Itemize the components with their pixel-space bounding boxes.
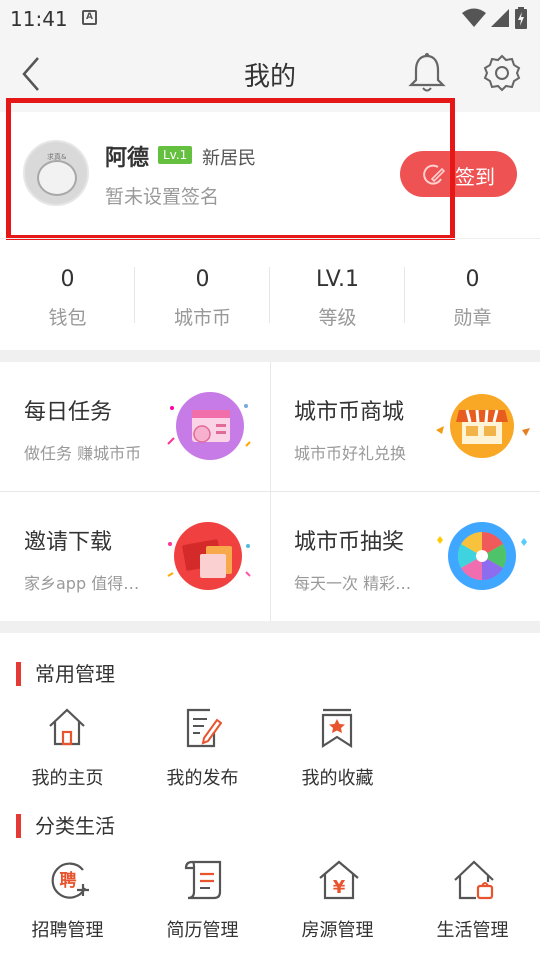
tool-label: 房源管理 [301, 920, 374, 941]
stat-label: 钱包 [48, 307, 87, 329]
section-gap [0, 350, 540, 362]
yuan-glyph: ¥ [333, 877, 346, 898]
tool-my-posts[interactable]: 我的发布 [135, 706, 270, 802]
stat-medal[interactable]: 0 勋章 [405, 239, 540, 351]
stat-value: 0 [60, 267, 75, 292]
stat-wallet[interactable]: 0 钱包 [0, 239, 135, 351]
section-title-common: 常用管理 [16, 662, 115, 686]
status-bar: 11:41 A [0, 0, 540, 36]
stat-city-coin[interactable]: 0 城市币 [135, 239, 270, 351]
gear-icon[interactable] [483, 54, 521, 92]
shop-icon [436, 394, 530, 458]
section-title-category: 分类生活 [16, 814, 115, 838]
tool-label: 招聘管理 [31, 920, 104, 941]
feature-invite[interactable]: 邀请下载 家乡app 值得… [0, 492, 270, 622]
tool-label: 我的收藏 [301, 768, 374, 789]
tool-life-management[interactable]: 生活管理 [405, 858, 540, 954]
feature-title: 城市币商城 [294, 400, 405, 425]
battery-icon [515, 7, 527, 29]
feature-lottery[interactable]: 城市币抽奖 每天一次 精彩… [270, 492, 540, 622]
resume-icon [184, 860, 222, 900]
feature-subtitle: 每天一次 精彩… [294, 574, 412, 593]
tool-house-management[interactable]: ¥ 房源管理 [270, 858, 405, 954]
tool-my-homepage[interactable]: 我的主页 [0, 706, 135, 802]
stat-label: 城市币 [173, 307, 231, 329]
bookmark-star-icon [321, 708, 353, 749]
status-time: 11:41 [10, 7, 68, 31]
red-envelope-icon [167, 522, 251, 590]
tool-label: 生活管理 [436, 920, 509, 941]
recruit-glyph: 聘 [60, 870, 77, 891]
feature-title: 每日任务 [24, 400, 113, 425]
notification-icon: A [82, 10, 97, 25]
tool-label: 简历管理 [166, 920, 239, 941]
feature-subtitle: 家乡app 值得… [24, 574, 140, 593]
bell-icon[interactable] [408, 52, 446, 94]
grid-divider-vertical [270, 362, 271, 622]
wifi-icon [462, 8, 486, 27]
stat-label: 等级 [318, 307, 357, 329]
stat-level[interactable]: LV.1 等级 [270, 239, 405, 351]
house-listing-icon: ¥ [319, 860, 359, 900]
section-gap [0, 621, 540, 633]
home-icon [49, 708, 85, 746]
stat-label: 勋章 [453, 307, 492, 329]
stats-row: 0 钱包 0 城市币 LV.1 等级 0 勋章 [0, 238, 540, 350]
daily-task-icon [167, 392, 251, 460]
page-title: 我的 [243, 62, 296, 92]
tool-recruit-management[interactable]: 聘 招聘管理 [0, 858, 135, 954]
life-house-icon [454, 860, 494, 900]
stat-value: LV.1 [315, 267, 360, 292]
edit-document-icon [186, 708, 222, 748]
tool-label: 我的发布 [166, 768, 239, 789]
feature-subtitle: 城市币好礼兑换 [294, 444, 407, 463]
signal-icon [491, 9, 509, 27]
feature-subtitle: 做任务 赚城市币 [24, 444, 142, 463]
stat-value: 0 [465, 267, 480, 292]
tool-label: 我的主页 [31, 768, 104, 789]
recruit-icon: 聘 [51, 862, 89, 899]
signin-label: 签到 [455, 165, 495, 189]
tool-my-favorites[interactable]: 我的收藏 [270, 706, 405, 802]
stat-value: 0 [195, 267, 210, 292]
feature-title: 邀请下载 [24, 530, 113, 555]
lucky-wheel-icon [437, 522, 527, 590]
feature-title: 城市币抽奖 [294, 530, 405, 555]
highlight-box [6, 98, 455, 240]
feature-coin-shop[interactable]: 城市币商城 城市币好礼兑换 [270, 362, 540, 492]
tool-resume-management[interactable]: 简历管理 [135, 858, 270, 954]
grid-divider-horizontal [0, 491, 540, 492]
feature-daily-task[interactable]: 每日任务 做任务 赚城市币 [0, 362, 270, 492]
